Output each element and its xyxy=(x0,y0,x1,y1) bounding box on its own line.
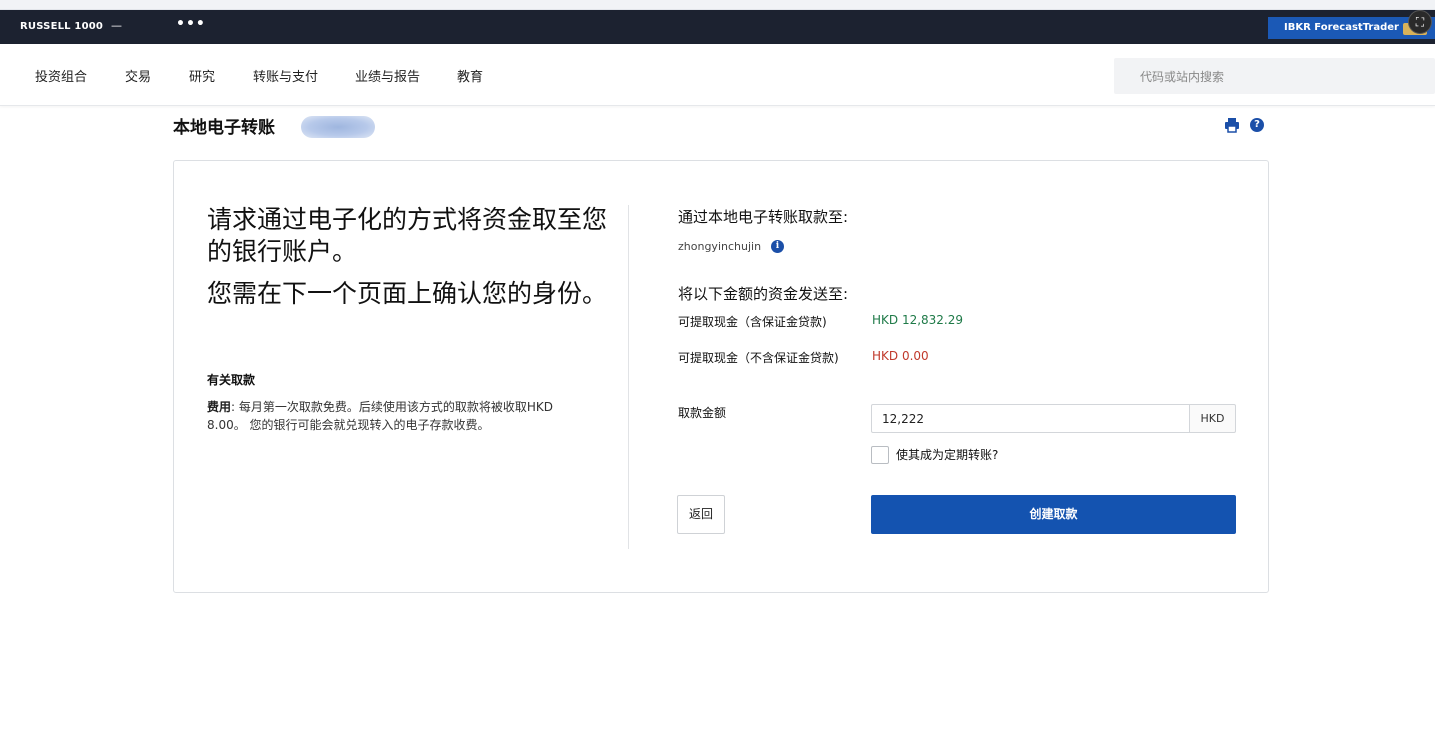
available-without-margin-value: HKD 0.00 xyxy=(872,349,929,363)
account-name: zhongyinchujin xyxy=(678,240,762,253)
search-placeholder: 代码或站内搜索 xyxy=(1140,70,1225,84)
available-with-margin-value: HKD 12,832.29 xyxy=(872,313,964,327)
ticker-bar: RUSSELL 1000 — ••• IBKR ForecastTrader ⛶ xyxy=(0,10,1435,44)
currency-addon: HKD xyxy=(1189,404,1236,433)
available-without-margin-label: 可提取现金（不含保证金贷款) xyxy=(678,351,839,365)
redacted-account-chip xyxy=(301,116,375,138)
page-title: 本地电子转账 xyxy=(173,118,275,138)
withdraw-to-label: 通过本地电子转账取款至: xyxy=(678,208,849,226)
browser-chrome-strip xyxy=(0,0,1435,10)
nav-item-education[interactable]: 教育 xyxy=(457,66,483,85)
main-nav: 投资组合 交易 研究 转账与支付 业绩与报告 教育 代码或站内搜索 xyxy=(0,44,1435,106)
amount-input[interactable]: 12,222 xyxy=(871,404,1190,433)
fee-label: 费用 xyxy=(207,400,232,414)
nav-item-trade[interactable]: 交易 xyxy=(125,66,151,85)
nav-item-transfer-pay[interactable]: 转账与支付 xyxy=(253,66,318,85)
fee-text: : 每月第一次取款免费。后续使用该方式的取款将被收取HKD 8.00。 您的银行… xyxy=(207,400,554,432)
left-heading-confirm: 您需在下一个页面上确认您的身份。 xyxy=(207,279,608,308)
recurring-transfer-label[interactable]: 使其成为定期转账? xyxy=(896,446,998,463)
available-with-margin-label: 可提取现金（含保证金贷款) xyxy=(678,315,827,329)
ticker-index-name[interactable]: RUSSELL 1000 xyxy=(20,21,103,32)
print-icon[interactable] xyxy=(1224,117,1240,133)
ticker-index-value: — xyxy=(111,19,122,32)
amount-label: 取款金额 xyxy=(678,406,727,420)
recurring-transfer-checkbox[interactable] xyxy=(871,446,889,464)
help-icon[interactable]: ? xyxy=(1250,118,1264,132)
column-divider xyxy=(628,205,629,549)
withdrawal-card: 请求通过电子化的方式将资金取至您的银行账户。 您需在下一个页面上确认您的身份。 … xyxy=(173,160,1269,593)
create-withdrawal-button[interactable]: 创建取款 xyxy=(871,495,1236,534)
send-amount-label: 将以下金额的资金发送至: xyxy=(678,285,849,303)
left-heading-request: 请求通过电子化的方式将资金取至您的银行账户。 xyxy=(207,205,608,266)
ticker-more-button[interactable]: ••• xyxy=(176,16,206,32)
fee-description: 费用: 每月第一次取款免费。后续使用该方式的取款将被收取HKD 8.00。 您的… xyxy=(207,398,582,434)
nav-item-portfolio[interactable]: 投资组合 xyxy=(35,66,87,85)
info-icon[interactable]: i xyxy=(771,240,784,253)
nav-item-performance-reports[interactable]: 业绩与报告 xyxy=(355,66,420,85)
screen-capture-icon[interactable]: ⛶ xyxy=(1408,10,1432,34)
search-input[interactable]: 代码或站内搜索 xyxy=(1114,58,1435,94)
nav-item-research[interactable]: 研究 xyxy=(189,66,215,85)
forecast-trader-label: IBKR ForecastTrader xyxy=(1284,22,1399,33)
about-withdrawal-title: 有关取款 xyxy=(207,373,256,387)
back-button[interactable]: 返回 xyxy=(677,495,725,534)
